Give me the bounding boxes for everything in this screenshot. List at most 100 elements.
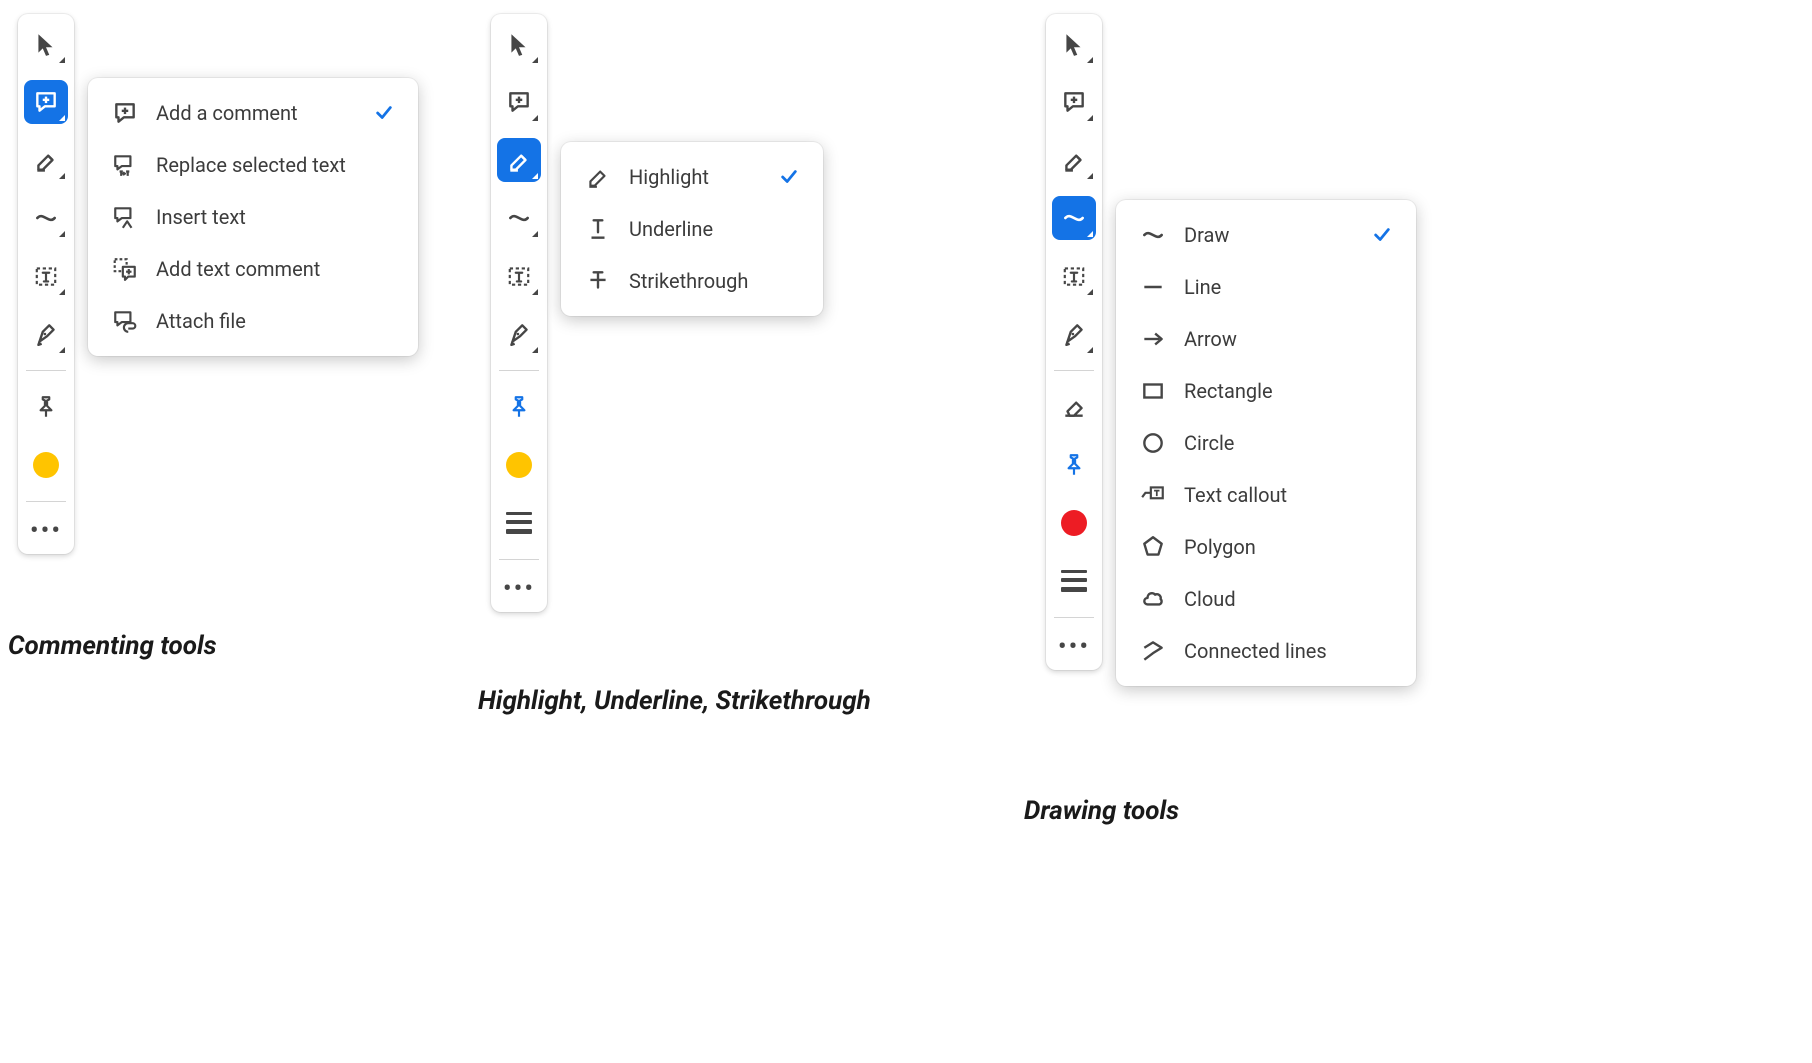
circle-icon	[1140, 430, 1174, 456]
comment-plus-icon	[112, 100, 146, 126]
flyout-item-add-comment[interactable]: Add a comment	[96, 88, 410, 138]
highlight-tool[interactable]	[1052, 138, 1096, 182]
highlight-tool[interactable]	[24, 138, 68, 182]
check-icon	[1372, 225, 1392, 245]
flyout-item-attach-file[interactable]: Attach file	[96, 296, 410, 346]
color-picker[interactable]	[1052, 501, 1096, 545]
highlight-icon	[585, 164, 619, 190]
add-comment-tool[interactable]	[1052, 80, 1096, 124]
flyout-label: Line	[1184, 275, 1392, 299]
arrow-icon	[1140, 326, 1174, 352]
flyout-item-insert-text[interactable]: Insert text	[96, 192, 410, 242]
flyout-item-circle[interactable]: Circle	[1124, 418, 1408, 468]
flyout-label: Insert text	[156, 205, 394, 229]
draw-freeform-tool[interactable]	[1052, 196, 1096, 240]
flyout-item-draw[interactable]: Draw	[1124, 210, 1408, 260]
flyout-item-line[interactable]: Line	[1124, 262, 1408, 312]
select-tool[interactable]	[497, 22, 541, 66]
toolbar-divider	[1054, 370, 1094, 371]
strikethrough-icon	[585, 268, 619, 294]
flyout-item-polygon[interactable]: Polygon	[1124, 522, 1408, 572]
toolbar-divider	[499, 370, 539, 371]
flyout-label: Highlight	[629, 165, 759, 189]
flyout-label: Connected lines	[1184, 639, 1392, 663]
more-tools-button[interactable]: •••	[1052, 632, 1096, 662]
flyout-item-arrow[interactable]: Arrow	[1124, 314, 1408, 364]
flyout-item-underline[interactable]: Underline	[569, 204, 815, 254]
eraser-tool[interactable]	[1052, 385, 1096, 429]
color-swatch-icon	[506, 452, 532, 478]
insert-text-icon	[112, 204, 146, 230]
replace-text-icon	[112, 152, 146, 178]
flyout-item-replace-text[interactable]: Replace selected text	[96, 140, 410, 190]
more-tools-button[interactable]: •••	[24, 516, 68, 546]
flyout-item-strikethrough[interactable]: Strikethrough	[569, 256, 815, 306]
signature-tool[interactable]	[24, 312, 68, 356]
polygon-icon	[1140, 534, 1174, 560]
attach-file-icon	[112, 308, 146, 334]
thickness-icon	[506, 512, 532, 534]
line-thickness-button[interactable]	[497, 501, 541, 545]
toolbar-divider	[26, 501, 66, 502]
highlight-tool[interactable]	[497, 138, 541, 182]
color-picker[interactable]	[497, 443, 541, 487]
draw-freeform-tool[interactable]	[497, 196, 541, 240]
signature-tool[interactable]	[497, 312, 541, 356]
color-picker[interactable]	[24, 443, 68, 487]
flyout-label: Draw	[1184, 223, 1352, 247]
flyout-label: Cloud	[1184, 587, 1392, 611]
flyout-label: Polygon	[1184, 535, 1392, 559]
text-callout-icon	[1140, 482, 1174, 508]
thickness-icon	[1061, 570, 1087, 592]
underline-icon	[585, 216, 619, 242]
pin-tool[interactable]	[497, 385, 541, 429]
rectangle-icon	[1140, 378, 1174, 404]
flyout-item-text-callout[interactable]: Text callout	[1124, 470, 1408, 520]
check-icon	[374, 103, 394, 123]
flyout-label: Add a comment	[156, 101, 354, 125]
flyout-item-highlight[interactable]: Highlight	[569, 152, 815, 202]
highlight-flyout: Highlight Underline Strikethrough	[561, 142, 823, 316]
flyout-label: Text callout	[1184, 483, 1392, 507]
check-icon	[779, 167, 799, 187]
text-box-tool[interactable]	[497, 254, 541, 298]
highlight-toolbar: •••	[491, 14, 547, 612]
flyout-label: Rectangle	[1184, 379, 1392, 403]
flyout-item-cloud[interactable]: Cloud	[1124, 574, 1408, 624]
flyout-label: Attach file	[156, 309, 394, 333]
color-swatch-icon	[1061, 510, 1087, 536]
flyout-label: Strikethrough	[629, 269, 799, 293]
caption-drawing: Drawing tools	[1024, 796, 1179, 826]
text-box-tool[interactable]	[24, 254, 68, 298]
line-thickness-button[interactable]	[1052, 559, 1096, 603]
pin-tool[interactable]	[24, 385, 68, 429]
flyout-label: Replace selected text	[156, 153, 394, 177]
caption-highlight: Highlight, Underline, Strikethrough	[478, 686, 871, 716]
signature-tool[interactable]	[1052, 312, 1096, 356]
pin-tool[interactable]	[1052, 443, 1096, 487]
text-comment-icon	[112, 256, 146, 282]
color-swatch-icon	[33, 452, 59, 478]
commenting-toolbar: •••	[18, 14, 74, 554]
toolbar-divider	[26, 370, 66, 371]
add-comment-tool[interactable]	[24, 80, 68, 124]
select-tool[interactable]	[1052, 22, 1096, 66]
select-tool[interactable]	[24, 22, 68, 66]
flyout-label: Circle	[1184, 431, 1392, 455]
toolbar-divider	[499, 559, 539, 560]
toolbar-divider	[1054, 617, 1094, 618]
flyout-item-connected-lines[interactable]: Connected lines	[1124, 626, 1408, 676]
commenting-flyout: Add a comment Replace selected text Inse…	[88, 78, 418, 356]
draw-freeform-tool[interactable]	[24, 196, 68, 240]
add-comment-tool[interactable]	[497, 80, 541, 124]
flyout-item-rectangle[interactable]: Rectangle	[1124, 366, 1408, 416]
flyout-item-add-text-comment[interactable]: Add text comment	[96, 244, 410, 294]
text-box-tool[interactable]	[1052, 254, 1096, 298]
flyout-label: Underline	[629, 217, 799, 241]
drawing-toolbar: •••	[1046, 14, 1102, 670]
flyout-label: Arrow	[1184, 327, 1392, 351]
cloud-icon	[1140, 586, 1174, 612]
draw-icon	[1140, 222, 1174, 248]
more-tools-button[interactable]: •••	[497, 574, 541, 604]
caption-commenting: Commenting tools	[8, 631, 217, 661]
